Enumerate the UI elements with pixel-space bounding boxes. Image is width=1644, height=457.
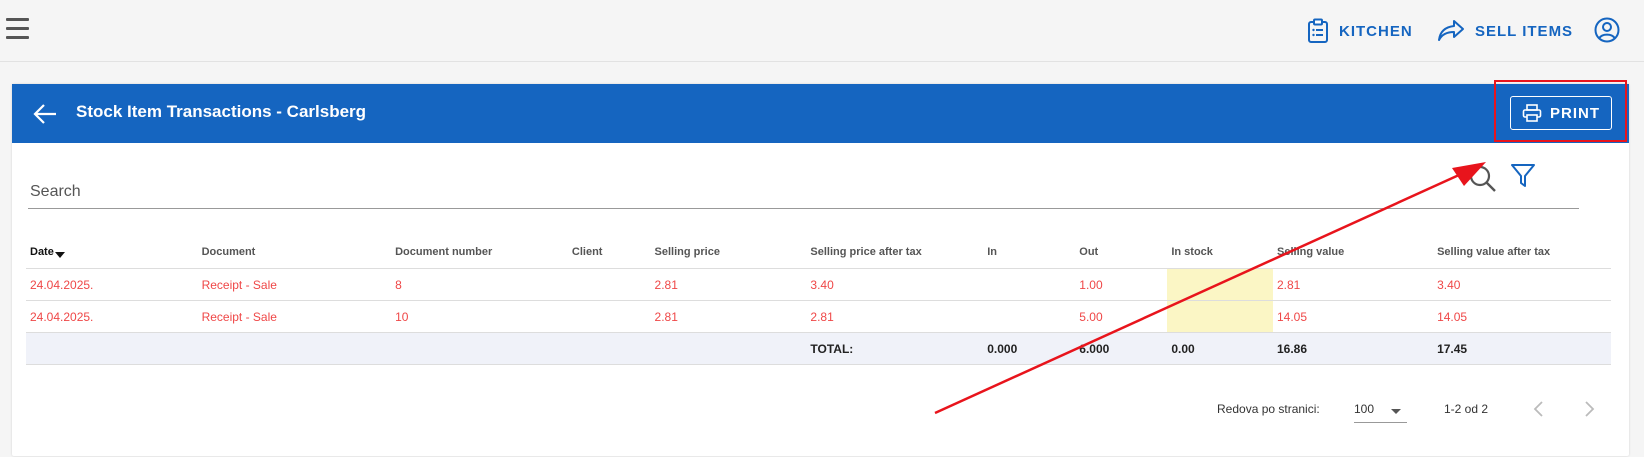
- print-label: PRINT: [1550, 104, 1600, 122]
- chevron-right-icon[interactable]: [1578, 398, 1600, 420]
- table-cell: 24.04.2025.: [26, 268, 198, 301]
- table-cell: 24.04.2025.: [26, 300, 198, 333]
- table-cell: 14.05: [1273, 300, 1434, 333]
- table-cell: 2.81: [650, 300, 807, 333]
- table-cell: 3.40: [1433, 268, 1611, 301]
- transactions-table: Date Document Document number Client Sel…: [26, 236, 1611, 365]
- table-cell: Receipt - Sale: [197, 268, 392, 301]
- column-header-date[interactable]: Date: [26, 236, 198, 269]
- chevron-down-icon: [1391, 409, 1401, 414]
- sell-items-label: SELL ITEMS: [1475, 22, 1574, 40]
- column-header[interactable]: Selling value: [1273, 236, 1434, 269]
- table-header-row: Date Document Document number Client Sel…: [26, 236, 1611, 269]
- funnel-filter-icon[interactable]: [1509, 162, 1537, 190]
- table-cell: [567, 300, 651, 333]
- clipboard-list-icon: [1308, 18, 1328, 43]
- total-in-stock: 0.00: [1167, 332, 1273, 365]
- chevron-left-icon[interactable]: [1528, 398, 1550, 420]
- column-header[interactable]: Document number: [391, 236, 568, 269]
- account-circle-icon[interactable]: [1594, 17, 1620, 43]
- table-cell: 2.81: [806, 300, 984, 333]
- hamburger-menu-icon[interactable]: [6, 18, 29, 40]
- search-input[interactable]: [28, 178, 1512, 206]
- total-in: 0.000: [983, 332, 1076, 365]
- kitchen-button[interactable]: KITCHEN: [1307, 16, 1413, 46]
- pagination-range: 1-2 od 2: [1444, 402, 1489, 416]
- table-cell-in-stock: [1167, 300, 1273, 333]
- table-cell: Receipt - Sale: [197, 300, 392, 333]
- sell-items-button[interactable]: SELL ITEMS: [1437, 16, 1573, 46]
- sort-down-icon: [54, 252, 65, 258]
- total-out: 6.000: [1075, 332, 1168, 365]
- printer-icon: [1522, 104, 1542, 122]
- table-cell: 5.00: [1075, 300, 1168, 333]
- rows-per-page-value: 100: [1354, 402, 1375, 416]
- top-app-bar: KITCHEN SELL ITEMS: [0, 0, 1644, 62]
- arrow-left-icon[interactable]: [32, 101, 58, 127]
- table-row[interactable]: 24.04.2025. Receipt - Sale 10 2.81 2.81 …: [26, 300, 1611, 333]
- page-title: Stock Item Transactions - Carlsberg: [76, 102, 367, 121]
- column-header[interactable]: Document: [197, 236, 392, 269]
- share-forward-icon: [1438, 20, 1464, 41]
- search-field: [28, 172, 1579, 209]
- kitchen-label: KITCHEN: [1339, 22, 1413, 40]
- table-cell: 10: [391, 300, 568, 333]
- total-selling-value-after-tax: 17.45: [1433, 332, 1611, 365]
- table-cell: [567, 268, 651, 301]
- column-header[interactable]: In: [983, 236, 1076, 269]
- column-header[interactable]: Out: [1075, 236, 1168, 269]
- table-total-row: TOTAL: 0.000 6.000 0.00 16.86 17.45: [26, 332, 1611, 365]
- table-cell: [983, 268, 1076, 301]
- column-header[interactable]: Selling price: [650, 236, 807, 269]
- column-header[interactable]: In stock: [1167, 236, 1273, 269]
- table-cell-in-stock: [1167, 268, 1273, 301]
- column-header[interactable]: Selling value after tax: [1433, 236, 1611, 269]
- table-cell: 2.81: [650, 268, 807, 301]
- print-button[interactable]: PRINT: [1510, 96, 1612, 130]
- magnifier-icon[interactable]: [1468, 164, 1498, 194]
- table-cell: 14.05: [1433, 300, 1611, 333]
- table-cell: [983, 300, 1076, 333]
- column-header[interactable]: Client: [567, 236, 651, 269]
- table-cell: 8: [391, 268, 568, 301]
- total-label: TOTAL:: [806, 332, 984, 365]
- rows-per-page-label: Redova po stranici:: [1217, 402, 1320, 416]
- column-header[interactable]: Selling price after tax: [806, 236, 984, 269]
- total-selling-value: 16.86: [1273, 332, 1434, 365]
- rows-per-page-select[interactable]: 100: [1354, 398, 1407, 423]
- table-cell: 1.00: [1075, 268, 1168, 301]
- table-cell: 3.40: [806, 268, 984, 301]
- table-row[interactable]: 24.04.2025. Receipt - Sale 8 2.81 3.40 1…: [26, 268, 1611, 301]
- card-header: Stock Item Transactions - Carlsberg PRIN…: [12, 84, 1629, 143]
- table-cell: 2.81: [1273, 268, 1434, 301]
